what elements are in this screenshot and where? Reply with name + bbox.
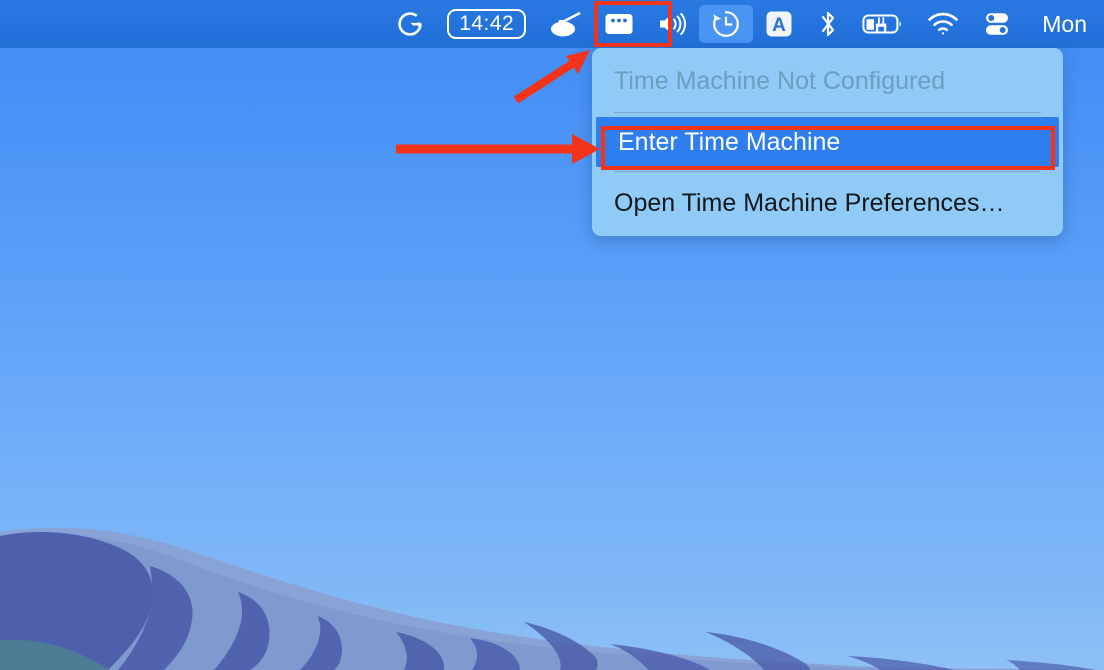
turret-icon (548, 9, 582, 39)
menu-item-enter-time-machine-label: Enter Time Machine (618, 127, 841, 156)
wifi-icon (926, 11, 960, 37)
bluetooth-icon (816, 9, 840, 39)
grammarly-g-icon (395, 9, 425, 39)
window-dots-icon (604, 11, 634, 37)
menu-separator-1 (614, 112, 1041, 113)
menubar-item-input-source[interactable]: A (753, 5, 805, 43)
menubar-item-control-center[interactable] (971, 5, 1023, 43)
svg-text:A: A (772, 15, 786, 36)
menu-item-status: Time Machine Not Configured (592, 54, 1063, 108)
keyboard-input-a-icon: A (764, 9, 794, 39)
menubar-item-battery[interactable] (851, 5, 915, 43)
clock-time-display: 14:42 (447, 9, 527, 39)
macos-menu-bar: 14:42 A Mon (0, 0, 1104, 48)
menu-item-open-preferences-label: Open Time Machine Preferences… (614, 188, 1005, 217)
menubar-item-time-machine[interactable] (699, 5, 754, 43)
menubar-item-volume[interactable] (645, 5, 699, 43)
volume-speaker-icon (656, 10, 688, 38)
menubar-item-clock[interactable]: 14:42 (436, 5, 537, 43)
desktop-screen: 14:42 A Mon Time Machine Not Configured … (0, 0, 1104, 670)
menubar-item-window-dots[interactable] (593, 5, 645, 43)
time-machine-clock-icon (710, 8, 742, 40)
menubar-date-label: Mon (1042, 10, 1087, 37)
menu-item-enter-time-machine[interactable]: Enter Time Machine (596, 117, 1059, 167)
menubar-item-grammarly[interactable] (384, 5, 436, 43)
control-center-toggles-icon (982, 10, 1012, 38)
time-machine-dropdown-menu: Time Machine Not Configured Enter Time M… (592, 48, 1063, 236)
menu-separator-2 (614, 171, 1041, 172)
menubar-item-date[interactable]: Mon (1023, 5, 1098, 43)
menu-item-status-label: Time Machine Not Configured (614, 66, 946, 95)
wallpaper-mountains (0, 527, 1104, 670)
menubar-item-wifi[interactable] (915, 5, 971, 43)
menubar-item-turret[interactable] (537, 5, 593, 43)
menu-item-open-preferences[interactable]: Open Time Machine Preferences… (592, 176, 1063, 230)
menubar-item-bluetooth[interactable] (805, 5, 851, 43)
battery-charging-icon (862, 11, 904, 37)
